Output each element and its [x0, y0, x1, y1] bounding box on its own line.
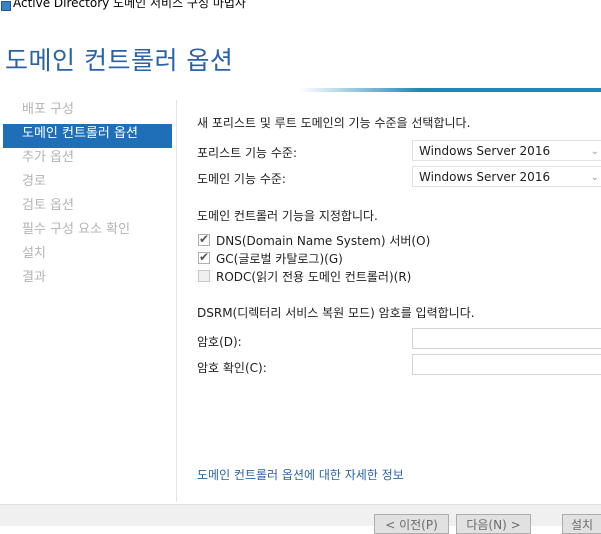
previous-button[interactable]: < 이전(P): [374, 514, 449, 534]
domain-level-select[interactable]: Windows Server 2016 ⌄: [412, 166, 601, 187]
nav-divider: [176, 100, 177, 502]
more-info-link[interactable]: 도메인 컨트롤러 옵션에 대한 자세한 정보: [197, 466, 404, 483]
next-button[interactable]: 다음(N) >: [456, 514, 531, 534]
window-title: Active Directory 도메인 서비스 구성 마법사: [13, 0, 246, 10]
install-button[interactable]: 설치: [562, 514, 601, 534]
checkmark-icon: ✔: [199, 250, 210, 264]
global-catalog-label[interactable]: GC(글로벌 카탈로그)(G): [216, 250, 343, 267]
forest-level-value: Windows Server 2016: [419, 144, 551, 158]
title-bar: Active Directory 도메인 서비스 구성 마법사: [0, 0, 601, 14]
rodc-label: RODC(읽기 전용 도메인 컨트롤러)(R): [216, 270, 412, 284]
checkmark-icon: ✔: [199, 232, 210, 246]
page-title: 도메인 컨트롤러 옵션: [5, 46, 234, 75]
forest-level-select[interactable]: Windows Server 2016 ⌄: [412, 140, 601, 161]
nav-item-installation[interactable]: 설치: [0, 244, 176, 268]
dns-server-label[interactable]: DNS(Domain Name System) 서버(O): [216, 232, 430, 249]
confirm-password-input[interactable]: [412, 354, 601, 375]
nav-item-prereq-check[interactable]: 필수 구성 요소 확인: [0, 220, 176, 244]
domain-level-label: 도메인 기능 수준:: [197, 172, 286, 186]
confirm-password-label: 암호 확인(C):: [197, 361, 267, 375]
accent-bar: [300, 88, 601, 92]
dsrm-heading: DSRM(디렉터리 서비스 복원 모드) 암호를 입력합니다.: [197, 306, 475, 320]
nav-item-dc-options[interactable]: 도메인 컨트롤러 옵션: [3, 124, 172, 148]
domain-level-value: Windows Server 2016: [419, 170, 551, 184]
dns-server-checkbox[interactable]: ✔: [198, 232, 210, 246]
nav-item-deployment-config[interactable]: 배포 구성: [0, 100, 176, 124]
password-label: 암호(D):: [197, 335, 242, 349]
wizard-nav: 배포 구성 도메인 컨트롤러 옵션 추가 옵션 경로 검토 옵션 필수 구성 요…: [0, 100, 176, 292]
chevron-down-icon: ⌄: [590, 172, 599, 183]
forest-level-label: 포리스트 기능 수준:: [197, 146, 297, 160]
global-catalog-checkbox[interactable]: ✔: [198, 250, 210, 264]
nav-item-additional-options[interactable]: 추가 옵션: [0, 148, 176, 172]
nav-item-results[interactable]: 결과: [0, 268, 176, 292]
rodc-checkbox[interactable]: [198, 270, 210, 282]
functional-level-heading: 새 포리스트 및 루트 도메인의 기능 수준을 선택합니다.: [197, 116, 471, 130]
dc-capabilities-heading: 도메인 컨트롤러 기능을 지정합니다.: [197, 209, 378, 223]
nav-item-paths[interactable]: 경로: [0, 172, 176, 196]
nav-item-review-options[interactable]: 검토 옵션: [0, 196, 176, 220]
chevron-down-icon: ⌄: [590, 146, 599, 157]
app-icon: [1, 1, 11, 11]
password-input[interactable]: [412, 328, 601, 349]
